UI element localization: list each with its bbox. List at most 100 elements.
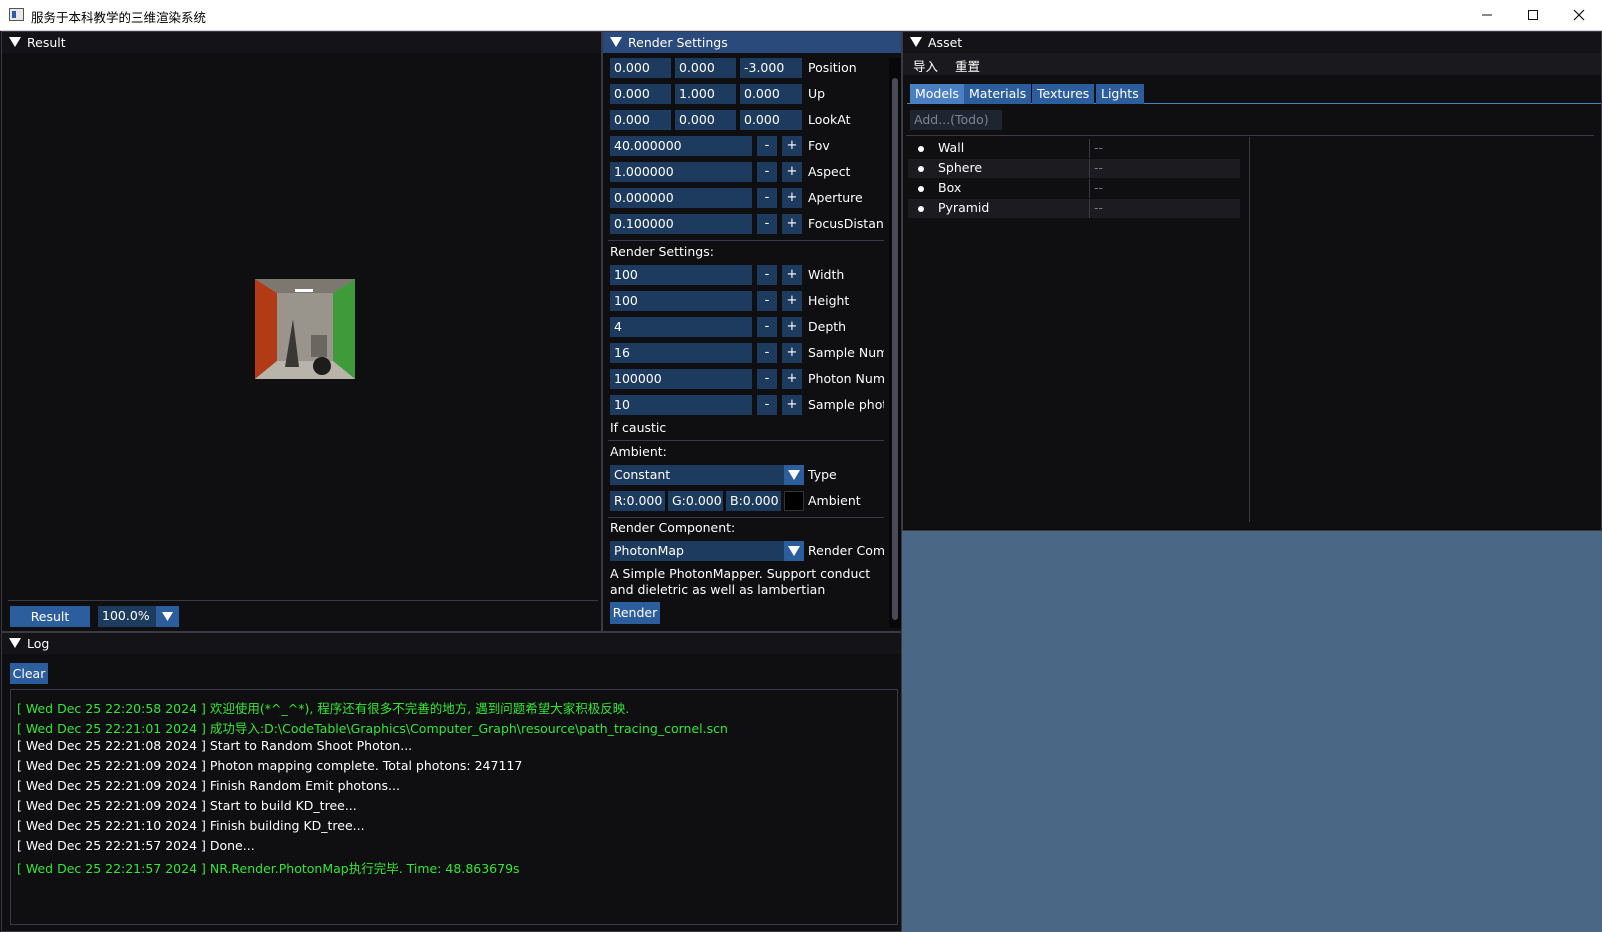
zoom-select[interactable]: 100.0%	[98, 606, 156, 627]
photon-num-field[interactable]: 100000	[610, 369, 752, 389]
menu-reset[interactable]: 重置	[955, 56, 980, 75]
close-button[interactable]	[1556, 0, 1602, 30]
table-row[interactable]: Pyramid --	[908, 199, 1240, 218]
collapse-triangle-icon[interactable]	[910, 37, 922, 47]
focus-decrement-button[interactable]: -	[757, 214, 777, 234]
bullet-icon	[918, 206, 924, 212]
model-value: --	[1094, 200, 1104, 215]
zoom-dropdown-button[interactable]	[156, 606, 179, 627]
add-asset-button[interactable]: Add...(Todo)	[910, 110, 1002, 130]
ambient-type-dropdown-button[interactable]	[784, 465, 804, 485]
result-panel: Result Result 100.0%	[1, 31, 602, 632]
tab-lights[interactable]: Lights	[1096, 84, 1144, 104]
if-caustic-checkbox[interactable]: If caustic	[610, 420, 666, 435]
lookat-x-field[interactable]: 0.000	[610, 110, 671, 130]
sample-photon-field[interactable]: 10	[610, 395, 752, 415]
sample-num-increment-button[interactable]: +	[782, 343, 802, 363]
asset-header[interactable]: Asset	[903, 32, 1601, 53]
depth-increment-button[interactable]: +	[782, 317, 802, 337]
width-decrement-button[interactable]: -	[757, 265, 777, 285]
position-z-field[interactable]: -3.000	[740, 58, 802, 78]
model-name: Box	[938, 180, 962, 195]
up-label: Up	[808, 86, 826, 101]
column-divider	[1089, 159, 1090, 178]
position-x-field[interactable]: 0.000	[610, 58, 671, 78]
depth-field[interactable]: 4	[610, 317, 752, 337]
maximize-button[interactable]	[1510, 0, 1556, 30]
component-description-line1: A Simple PhotonMapper. Support conduct	[610, 566, 871, 581]
result-header[interactable]: Result	[2, 32, 601, 53]
height-field[interactable]: 100	[610, 291, 752, 311]
tab-models[interactable]: Models	[910, 84, 965, 104]
ambient-g-field[interactable]: G:0.000	[668, 491, 723, 511]
tab-textures[interactable]: Textures	[1032, 84, 1095, 104]
lookat-z-field[interactable]: 0.000	[740, 110, 802, 130]
render-component-select[interactable]: PhotonMap	[610, 541, 784, 561]
bullet-icon	[918, 186, 924, 192]
collapse-triangle-icon[interactable]	[610, 37, 622, 47]
width-field[interactable]: 100	[610, 265, 752, 285]
sample-photon-decrement-button[interactable]: -	[757, 395, 777, 415]
aspect-field[interactable]: 1.000000	[610, 162, 752, 182]
render-settings-header[interactable]: Render Settings	[603, 32, 901, 53]
collapse-triangle-icon[interactable]	[9, 638, 21, 648]
log-line: [ Wed Dec 25 22:21:10 2024 ] Finish buil…	[17, 818, 365, 833]
fov-decrement-button[interactable]: -	[757, 136, 777, 156]
aspect-increment-button[interactable]: +	[782, 162, 802, 182]
log-line: [ Wed Dec 25 22:21:01 2024 ] 成功导入:D:\Cod…	[17, 721, 728, 736]
collapse-triangle-icon[interactable]	[9, 37, 21, 47]
bullet-icon	[918, 146, 924, 152]
fov-label: Fov	[808, 138, 830, 153]
log-header[interactable]: Log	[2, 633, 901, 654]
separator	[906, 135, 1594, 136]
focus-distance-field[interactable]: 0.100000	[610, 214, 752, 234]
table-row[interactable]: Box --	[908, 179, 1240, 198]
result-title: Result	[27, 35, 66, 50]
sample-num-decrement-button[interactable]: -	[757, 343, 777, 363]
scrollbar-thumb[interactable]	[892, 78, 898, 620]
depth-decrement-button[interactable]: -	[757, 317, 777, 337]
ambient-r-field[interactable]: R:0.000	[610, 491, 665, 511]
ambient-type-select[interactable]: Constant	[610, 465, 784, 485]
tab-materials[interactable]: Materials	[964, 84, 1032, 104]
app-icon	[9, 8, 24, 21]
lookat-y-field[interactable]: 0.000	[675, 110, 736, 130]
minimize-button[interactable]	[1464, 0, 1510, 30]
fov-field[interactable]: 40.000000	[610, 136, 752, 156]
width-increment-button[interactable]: +	[782, 265, 802, 285]
aperture-field[interactable]: 0.000000	[610, 188, 752, 208]
fov-increment-button[interactable]: +	[782, 136, 802, 156]
position-y-field[interactable]: 0.000	[675, 58, 736, 78]
aspect-decrement-button[interactable]: -	[757, 162, 777, 182]
height-decrement-button[interactable]: -	[757, 291, 777, 311]
height-increment-button[interactable]: +	[782, 291, 802, 311]
scrollbar-track[interactable]	[889, 58, 901, 628]
sample-num-field[interactable]: 16	[610, 343, 752, 363]
sample-photon-increment-button[interactable]: +	[782, 395, 802, 415]
clear-log-button[interactable]: Clear	[10, 663, 48, 684]
render-settings-title: Render Settings	[628, 35, 728, 50]
aperture-label: Aperture	[808, 190, 863, 205]
aperture-decrement-button[interactable]: -	[757, 188, 777, 208]
table-row[interactable]: Sphere --	[908, 159, 1240, 178]
asset-panel: Asset 导入 重置	[902, 31, 1602, 531]
up-x-field[interactable]: 0.000	[610, 84, 671, 104]
menu-import[interactable]: 导入	[913, 56, 938, 75]
asset-splitter[interactable]	[1249, 137, 1250, 522]
up-z-field[interactable]: 0.000	[740, 84, 802, 104]
photon-num-increment-button[interactable]: +	[782, 369, 802, 389]
render-button[interactable]: Render	[610, 602, 660, 624]
ambient-section-label: Ambient:	[610, 444, 667, 459]
log-line: [ Wed Dec 25 22:21:09 2024 ] Photon mapp…	[17, 758, 523, 773]
focus-increment-button[interactable]: +	[782, 214, 802, 234]
photon-num-decrement-button[interactable]: -	[757, 369, 777, 389]
render-component-dropdown-button[interactable]	[784, 541, 804, 561]
result-view-button[interactable]: Result	[10, 606, 90, 627]
separator	[608, 440, 884, 441]
up-y-field[interactable]: 1.000	[675, 84, 736, 104]
render-image	[255, 279, 355, 379]
table-row[interactable]: Wall --	[908, 139, 1240, 158]
ambient-b-field[interactable]: B:0.000	[726, 491, 781, 511]
aperture-increment-button[interactable]: +	[782, 188, 802, 208]
ambient-color-swatch[interactable]	[784, 491, 804, 511]
